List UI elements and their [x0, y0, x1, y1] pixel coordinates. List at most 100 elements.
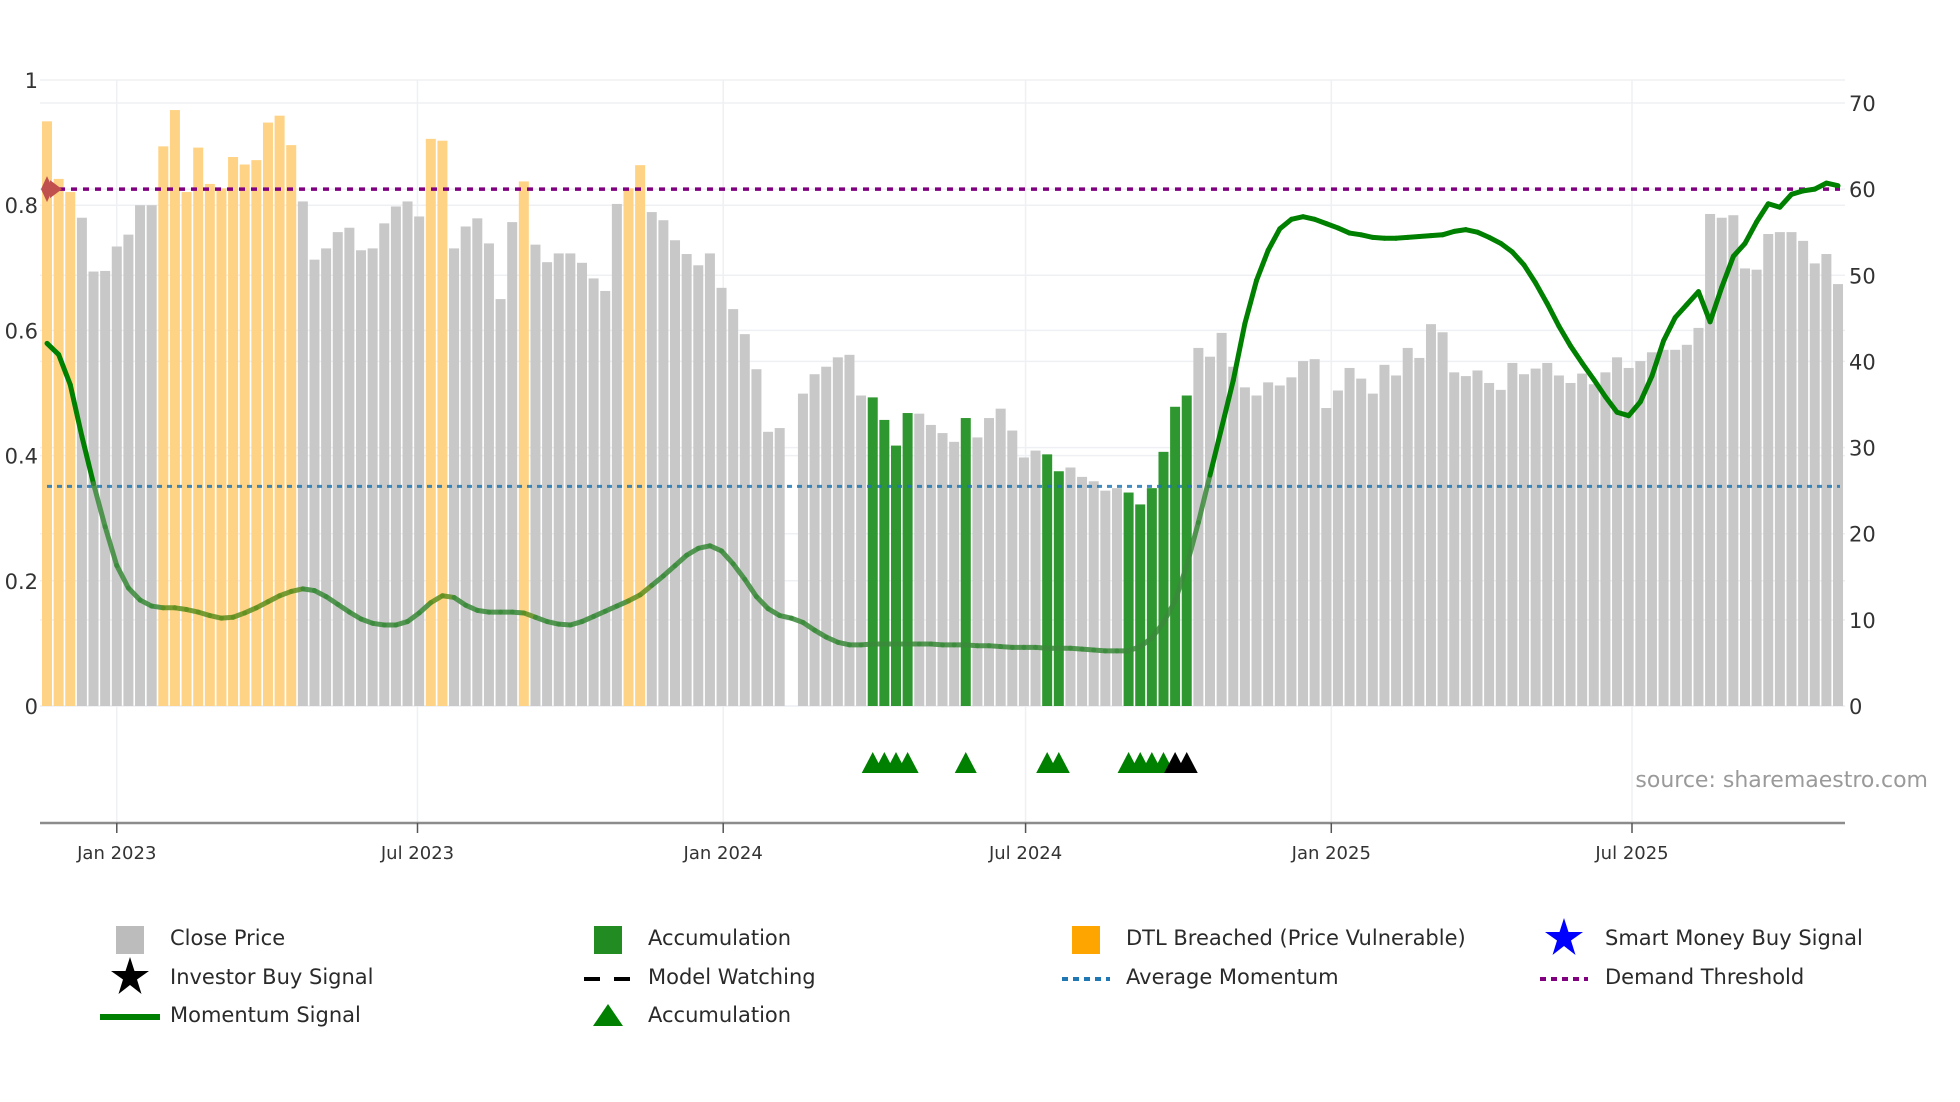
close-price-bar: [1391, 375, 1402, 706]
close-price-bar: [1356, 378, 1367, 706]
accumulation-bar: [1123, 492, 1134, 706]
close-price-bar: [984, 418, 995, 706]
legend-average-momentum[interactable]: Average Momentum: [1126, 965, 1339, 989]
x-tick-label: Jan 2025: [1291, 843, 1371, 864]
accumulation-bar: [902, 413, 913, 706]
accumulation-triangle-marker: [954, 752, 977, 773]
close-price-bar: [1065, 467, 1076, 706]
right-axis-tick-label: 50: [1849, 264, 1876, 288]
close-price-bar: [1809, 263, 1820, 706]
legend-accumulation-bar[interactable]: Accumulation: [648, 926, 791, 950]
close-price-bar: [1833, 284, 1844, 706]
close-price-bar: [739, 334, 750, 706]
close-price-bar: [135, 205, 146, 706]
close-price-bar: [1519, 374, 1530, 706]
dtl-breached-bar: [228, 156, 239, 707]
momentum-segment: [1556, 323, 1574, 349]
close-price-bar: [530, 244, 541, 706]
close-price-bar: [844, 354, 855, 706]
close-price-bar: [1670, 349, 1681, 706]
close-price-bar: [1658, 349, 1669, 706]
close-price-bar: [1774, 232, 1785, 707]
close-price-bar: [681, 254, 692, 706]
close-price-bar: [797, 393, 808, 706]
left-axis-tick-label: 0.2: [5, 570, 38, 594]
close-price-bar: [856, 395, 867, 706]
close-price-bar: [611, 203, 622, 706]
legend-close-price[interactable]: Close Price: [170, 926, 285, 950]
close-price-bar: [1239, 387, 1250, 706]
close-price-bar: [507, 222, 518, 707]
close-price-bar: [972, 437, 983, 706]
left-axis-tick-label: 0.6: [5, 319, 38, 343]
close-price-bar: [1728, 215, 1739, 706]
green-line-icon: [100, 1002, 160, 1032]
close-price-bar: [716, 287, 727, 706]
close-price-bar: [1565, 382, 1576, 706]
close-price-bar: [1286, 377, 1297, 706]
close-price-bar: [576, 262, 587, 706]
right-axis-tick-label: 70: [1849, 92, 1876, 116]
close-price-bar: [344, 227, 355, 706]
momentum-segment: [1672, 302, 1690, 320]
close-price-bar: [1507, 362, 1518, 706]
dtl-breached-bar: [42, 121, 52, 707]
close-price-bar: [1553, 375, 1564, 706]
legend-dtl-breached[interactable]: DTL Breached (Price Vulnerable): [1126, 926, 1466, 950]
left-axis-tick-label: 0.4: [5, 445, 38, 469]
right-axis-tick-label: 30: [1849, 437, 1876, 461]
close-price-bar: [821, 366, 832, 706]
dtl-breached-bar: [239, 164, 250, 706]
dtl-breached-bar: [251, 160, 262, 707]
close-price-bar: [832, 357, 843, 706]
x-tick-label: Jul 2023: [380, 843, 454, 864]
close-price-bar: [414, 216, 425, 706]
close-price-bar: [1018, 457, 1029, 706]
dtl-breached-bar: [286, 145, 297, 706]
x-tick-label: Jul 2025: [1594, 843, 1668, 864]
close-price-bar: [1100, 490, 1111, 706]
close-price-swatch-icon: [106, 925, 154, 955]
close-price-bar: [1344, 367, 1355, 706]
momentum-segment: [1242, 277, 1260, 327]
legend-investor-buy[interactable]: Investor Buy Signal: [170, 965, 374, 989]
momentum-segment: [1521, 262, 1539, 286]
close-price-bar: [1007, 430, 1018, 706]
close-price-bar: [1484, 382, 1495, 706]
close-price-bar: [123, 234, 134, 706]
x-tick-label: Jul 2024: [988, 843, 1062, 864]
close-price-bar: [728, 309, 739, 706]
close-price-bar: [1472, 370, 1483, 706]
blue-dotted-line-icon: [1062, 964, 1110, 994]
momentum-segment: [1509, 249, 1527, 268]
legend-momentum-signal[interactable]: Momentum Signal: [170, 1003, 361, 1027]
close-price-bar: [1251, 395, 1262, 706]
signal-markers: [861, 752, 1198, 773]
accumulation-bar: [879, 419, 890, 706]
dtl-swatch-icon: [1062, 925, 1110, 955]
momentum-segment: [1754, 201, 1771, 225]
blue-star-icon: [1540, 918, 1588, 955]
accumulation-bar: [1158, 451, 1169, 706]
close-price-bar: [1751, 269, 1762, 706]
legend-smart-money[interactable]: Smart Money Buy Signal: [1605, 926, 1863, 950]
close-price-bar: [1379, 364, 1390, 706]
close-price-bar: [76, 217, 87, 706]
legend-demand-threshold[interactable]: Demand Threshold: [1605, 965, 1804, 989]
legend-model-watching[interactable]: Model Watching: [648, 965, 816, 989]
legend-accumulation-marker[interactable]: Accumulation: [648, 1003, 791, 1027]
right-axis-tick-label: 0: [1849, 695, 1862, 719]
close-price-bar: [1077, 476, 1088, 706]
close-price-bar: [925, 424, 936, 706]
dashed-line-icon: [584, 964, 632, 994]
close-price-bar: [704, 253, 715, 707]
close-price-bar: [1030, 450, 1041, 706]
momentum-segment: [1568, 343, 1585, 366]
momentum-segment: [1265, 226, 1283, 253]
dtl-breached-bar: [274, 115, 285, 706]
close-price-bar: [1321, 408, 1332, 706]
close-price-bar: [297, 201, 308, 706]
close-price-bar: [1786, 232, 1797, 707]
close-price-bar: [1449, 372, 1460, 706]
close-price-bar: [1111, 488, 1122, 706]
